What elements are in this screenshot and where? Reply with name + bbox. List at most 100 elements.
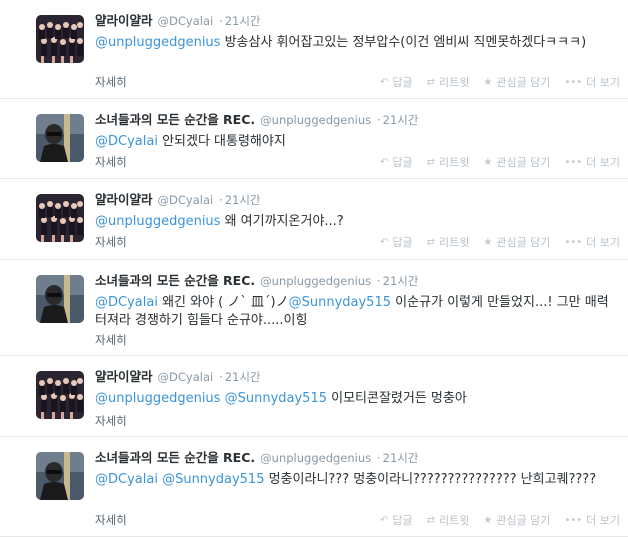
tweet-username[interactable]: @DCyalai: [158, 370, 214, 384]
more-dots-icon: •••: [564, 156, 583, 168]
expand-link[interactable]: 자세히: [95, 332, 127, 348]
retweet-button[interactable]: ⇄ 리트윗: [427, 234, 470, 250]
retweet-button[interactable]: ⇄ 리트윗: [427, 154, 470, 170]
tweet-body: 멍충이라니??? 멍충이라니??????????????? 난희고퀘????: [264, 472, 597, 487]
mention-link[interactable]: @Sunnyday515: [225, 391, 327, 406]
tweet-timestamp[interactable]: 21시간: [225, 370, 261, 384]
more-button[interactable]: ••• 더 보기: [564, 154, 620, 170]
tweet-body: 안되겠다 대통령해야지: [157, 134, 286, 149]
tweet-fullname[interactable]: 소녀들과의 모든 순간을 REC.: [95, 273, 255, 288]
tweet[interactable]: 소녀들과의 모든 순간을 REC. @unpluggedgenius · 21시간 …: [0, 437, 628, 537]
tweet-header: 얄라이얄라 @DCyalai · 21시간: [95, 369, 618, 385]
tweet-username[interactable]: @unpluggedgenius: [260, 451, 371, 465]
mention-link[interactable]: @unpluggedgenius: [95, 214, 220, 229]
tweet-text: @DCyalai 왜긴 와야 ( ノ` 皿´)ノ@Sunnyday515 이순규…: [95, 294, 618, 330]
retweet-icon: ⇄: [426, 514, 435, 526]
tweet-content: 소녀들과의 모든 순간을 REC. @unpluggedgenius · 21시간 …: [95, 273, 618, 330]
star-icon: ★: [483, 76, 493, 88]
tweet-text-segment: 왜긴 와야 ( ノ` 皿´)ノ: [157, 295, 289, 310]
favorite-label: 관심글 담기: [496, 236, 551, 249]
avatar[interactable]: [36, 15, 84, 63]
reply-label: 답글: [392, 76, 413, 89]
avatar[interactable]: [36, 452, 84, 500]
tweet-text: @DCyalai @Sunnyday515 멍충이라니??? 멍충이라니????…: [95, 471, 618, 489]
mention-link[interactable]: @Sunnyday515: [289, 295, 391, 310]
reply-button[interactable]: ↶ 답글: [380, 234, 413, 250]
tweet-text: @DCyalai 안되겠다 대통령해야지: [95, 133, 618, 151]
retweet-label: 리트윗: [438, 236, 470, 249]
expand-link[interactable]: 자세히: [95, 74, 127, 90]
avatar[interactable]: [36, 275, 84, 323]
expand-link[interactable]: 자세히: [95, 512, 127, 528]
reply-icon: ↶: [379, 76, 389, 88]
star-icon: ★: [483, 236, 493, 248]
more-dots-icon: •••: [564, 514, 583, 526]
tweet-content: 얄라이얄라 @DCyalai · 21시간 @unpluggedgenius 방송삼…: [95, 13, 618, 52]
tweet[interactable]: 얄라이얄라 @DCyalai · 21시간 @unpluggedgenius @Su…: [0, 356, 628, 437]
retweet-icon: ⇄: [426, 236, 435, 248]
star-icon: ★: [483, 156, 493, 168]
tweet-timestamp[interactable]: 21시간: [383, 274, 419, 288]
mention-link[interactable]: @unpluggedgenius: [95, 35, 220, 50]
expand-link[interactable]: 자세히: [95, 413, 127, 429]
expand-link[interactable]: 자세히: [95, 234, 127, 250]
reply-label: 답글: [392, 156, 413, 169]
expand-link[interactable]: 자세히: [95, 154, 127, 170]
tweet-content: 얄라이얄라 @DCyalai · 21시간 @unpluggedgenius 왜 여…: [95, 192, 618, 231]
more-label: 더 보기: [586, 76, 620, 89]
more-button[interactable]: ••• 더 보기: [564, 234, 620, 250]
separator-dot: ·: [219, 370, 223, 384]
tweet-username[interactable]: @unpluggedgenius: [260, 274, 371, 288]
tweet[interactable]: 소녀들과의 모든 순간을 REC. @unpluggedgenius · 21시간 …: [0, 99, 628, 179]
tweet-timestamp[interactable]: 21시간: [225, 193, 261, 207]
tweet-fullname[interactable]: 얄라이얄라: [95, 13, 153, 28]
favorite-button[interactable]: ★ 관심글 담기: [483, 234, 550, 250]
mention-link[interactable]: @DCyalai: [95, 472, 158, 487]
retweet-button[interactable]: ⇄ 리트윗: [427, 512, 470, 528]
tweet-content: 얄라이얄라 @DCyalai · 21시간 @unpluggedgenius @Su…: [95, 369, 618, 408]
mention-link[interactable]: @DCyalai: [95, 295, 158, 310]
favorite-button[interactable]: ★ 관심글 담기: [483, 154, 550, 170]
tweet-body: 이모티콘잘렸거든 멍충아: [326, 391, 467, 406]
mention-link[interactable]: @DCyalai: [95, 134, 158, 149]
tweet-timeline: 얄라이얄라 @DCyalai · 21시간 @unpluggedgenius 방송삼…: [0, 0, 628, 537]
retweet-button[interactable]: ⇄ 리트윗: [427, 74, 470, 90]
tweet-fullname[interactable]: 얄라이얄라: [95, 192, 153, 207]
tweet-body: 방송삼사 휘어잡고있는 정부압수(이건 엠비씨 직멘못하겠다ㅋㅋㅋ): [220, 35, 587, 50]
mention-link[interactable]: @Sunnyday515: [162, 472, 264, 487]
avatar[interactable]: [36, 371, 84, 419]
reply-icon: ↶: [379, 156, 389, 168]
tweet-username[interactable]: @DCyalai: [158, 193, 214, 207]
avatar[interactable]: [36, 114, 84, 162]
tweet-content: 소녀들과의 모든 순간을 REC. @unpluggedgenius · 21시간 …: [95, 112, 618, 151]
more-label: 더 보기: [586, 236, 620, 249]
favorite-button[interactable]: ★ 관심글 담기: [483, 512, 550, 528]
tweet[interactable]: 소녀들과의 모든 순간을 REC. @unpluggedgenius · 21시간 …: [0, 260, 628, 356]
more-button[interactable]: ••• 더 보기: [564, 512, 620, 528]
reply-label: 답글: [392, 514, 413, 527]
tweet[interactable]: 얄라이얄라 @DCyalai · 21시간 @unpluggedgenius 왜 여…: [0, 179, 628, 260]
favorite-label: 관심글 담기: [496, 514, 551, 527]
tweet-fullname[interactable]: 소녀들과의 모든 순간을 REC.: [95, 112, 255, 127]
tweet[interactable]: 얄라이얄라 @DCyalai · 21시간 @unpluggedgenius 방송삼…: [0, 0, 628, 99]
tweet-username[interactable]: @DCyalai: [158, 14, 214, 28]
tweet-actions: ↶ 답글 ⇄ 리트윗 ★ 관심글 담기 ••• 더 보기: [366, 154, 620, 170]
reply-button[interactable]: ↶ 답글: [380, 154, 413, 170]
tweet-timestamp[interactable]: 21시간: [383, 451, 419, 465]
reply-label: 답글: [392, 236, 413, 249]
reply-button[interactable]: ↶ 답글: [380, 74, 413, 90]
tweet-username[interactable]: @unpluggedgenius: [260, 113, 371, 127]
avatar[interactable]: [36, 194, 84, 242]
tweet-fullname[interactable]: 얄라이얄라: [95, 369, 153, 384]
tweet-text: @unpluggedgenius 왜 여기까지온거야...?: [95, 213, 618, 231]
tweet-header: 소녀들과의 모든 순간을 REC. @unpluggedgenius · 21시간: [95, 450, 618, 466]
separator-dot: ·: [376, 451, 381, 465]
mention-link[interactable]: @unpluggedgenius: [95, 391, 220, 406]
reply-button[interactable]: ↶ 답글: [380, 512, 413, 528]
favorite-button[interactable]: ★ 관심글 담기: [483, 74, 550, 90]
tweet-body: 왜 여기까지온거야...?: [220, 214, 344, 229]
tweet-timestamp[interactable]: 21시간: [383, 113, 419, 127]
tweet-fullname[interactable]: 소녀들과의 모든 순간을 REC.: [95, 450, 255, 465]
more-button[interactable]: ••• 더 보기: [564, 74, 620, 90]
tweet-timestamp[interactable]: 21시간: [225, 14, 261, 28]
